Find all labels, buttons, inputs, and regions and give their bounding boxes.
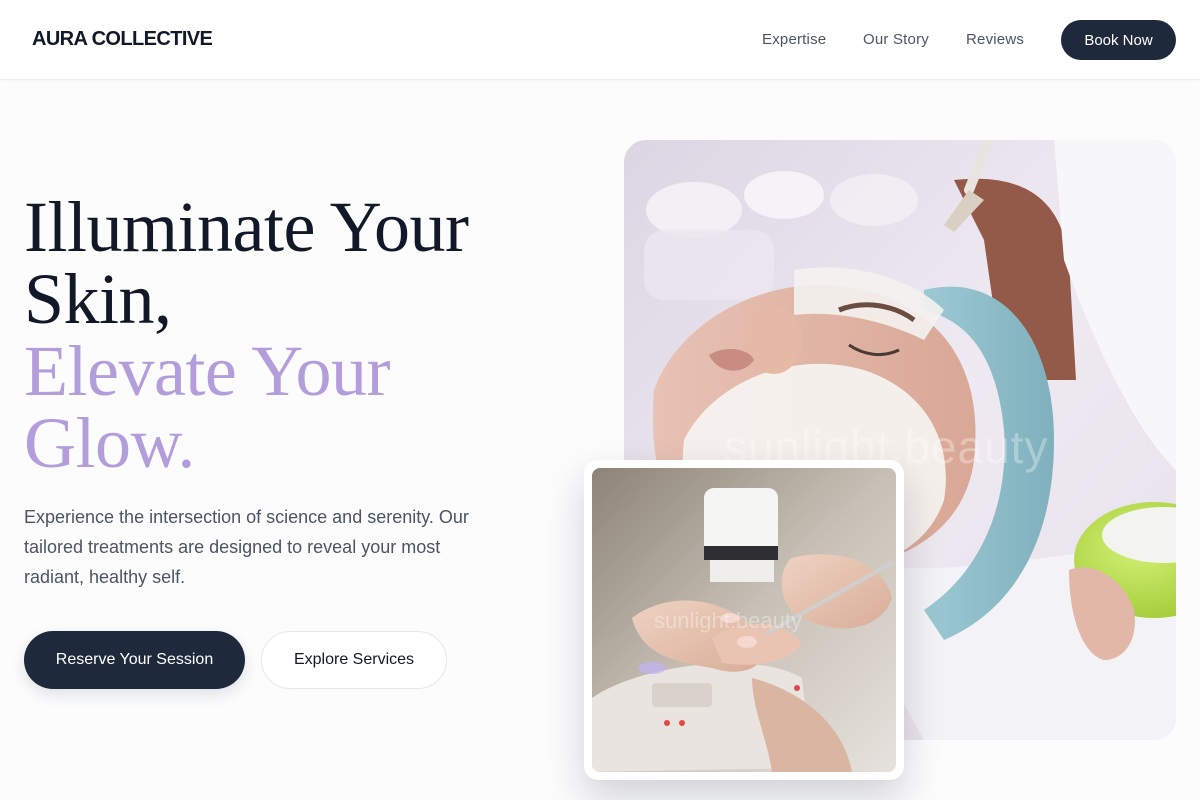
reserve-session-button[interactable]: Reserve Your Session [24,631,245,689]
nav-link-our-story[interactable]: Our Story [863,31,929,48]
headline-accent-line-1: Elevate Your [24,331,390,411]
manicure-photo-card: sunlight.beauty [584,460,904,780]
brand-logo[interactable]: AURA COLLECTIVE [32,28,213,51]
headline-line-1: Illuminate Your [24,187,469,267]
headline-line-2: Skin, [24,259,172,339]
manicure-photo: sunlight.beauty [592,468,896,772]
site-header: AURA COLLECTIVE Expertise Our Story Revi… [0,0,1200,80]
hero-description: Experience the intersection of science a… [24,507,469,587]
book-now-button[interactable]: Book Now [1061,20,1176,60]
inset-photo-watermark: sunlight.beauty [654,608,802,633]
explore-services-button[interactable]: Explore Services [261,631,447,689]
nav-link-expertise[interactable]: Expertise [762,31,826,48]
hero-headline: Illuminate Your Skin, Elevate Your Glow. [24,191,564,479]
nav-link-reviews[interactable]: Reviews [966,31,1024,48]
headline-accent-line-2: Glow. [24,403,195,483]
